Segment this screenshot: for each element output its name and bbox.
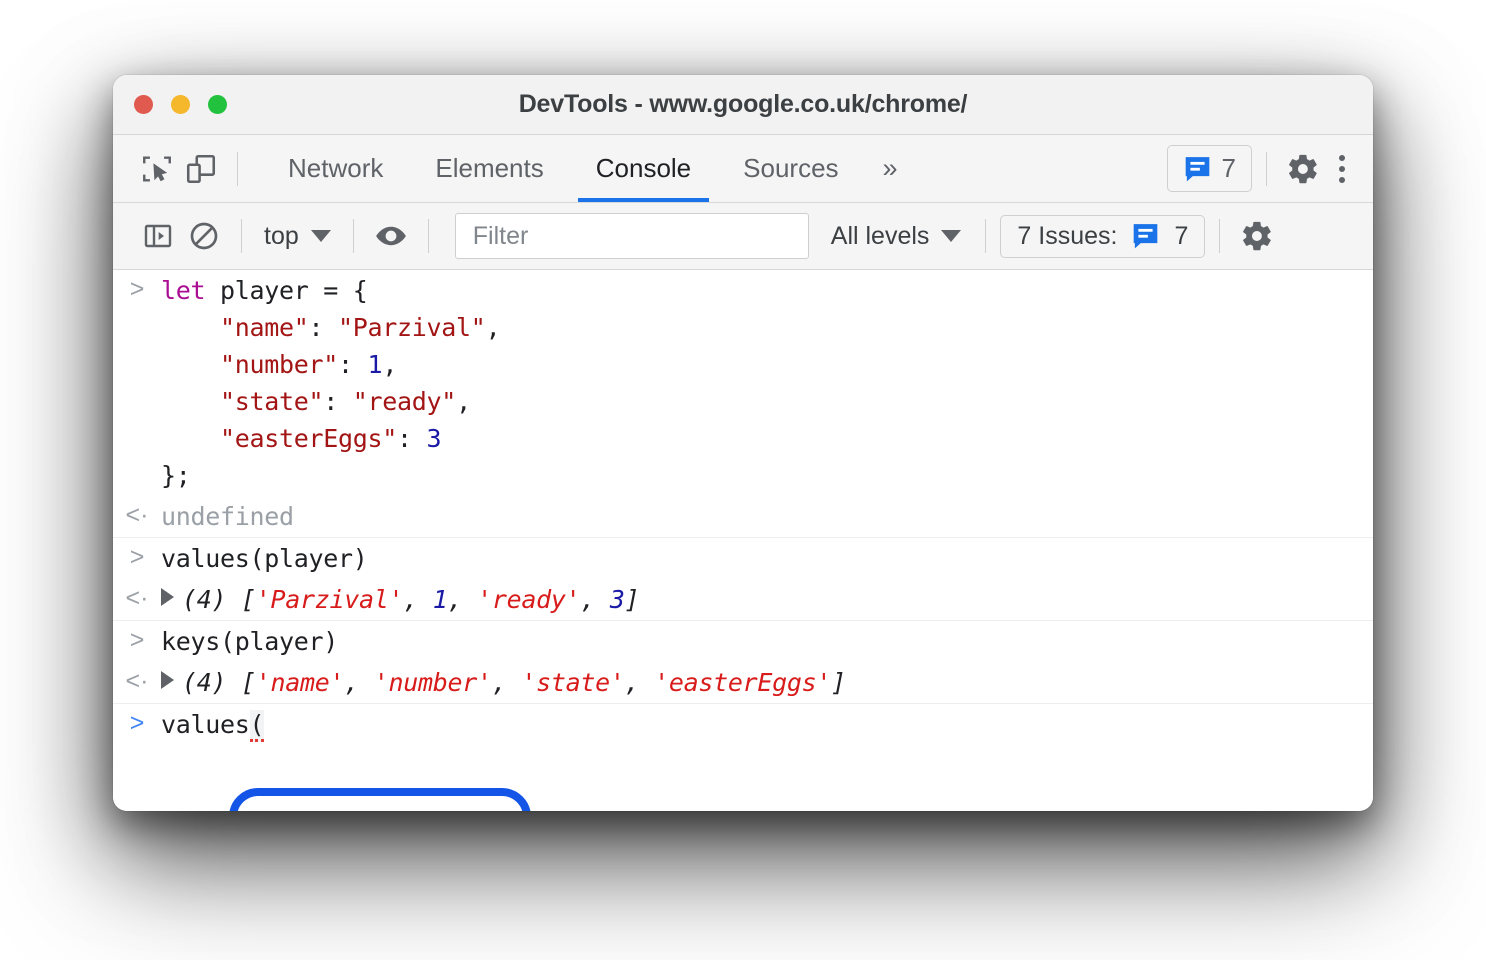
inspect-element-icon[interactable] xyxy=(135,147,179,191)
console-input-entry[interactable]: > let player = { "name": "Parzival", "nu… xyxy=(113,270,1373,496)
console-input-keys-player[interactable]: > keys(player) xyxy=(113,621,1373,662)
console-input-values-player-text: values(player) xyxy=(161,540,368,577)
console-toolbar-divider-2 xyxy=(353,219,354,253)
active-prompt-arrow-icon: > xyxy=(113,706,161,738)
clear-console-icon[interactable] xyxy=(181,214,227,258)
tabbar-divider-2 xyxy=(1266,152,1267,186)
title-bar: DevTools - www.google.co.uk/chrome/ xyxy=(113,75,1373,135)
panel-tab-bar: Network Elements Console Sources » xyxy=(113,135,1373,203)
tabbar-divider xyxy=(237,152,238,186)
console-toolbar-divider-1 xyxy=(241,219,242,253)
log-level-selector[interactable]: All levels xyxy=(821,222,972,251)
log-level-label: All levels xyxy=(831,222,930,251)
issues-bar-count: 7 xyxy=(1174,222,1188,251)
more-tabs-icon[interactable]: » xyxy=(865,153,914,184)
tab-console[interactable]: Console xyxy=(570,135,717,202)
execution-context-selector[interactable]: top xyxy=(256,222,339,251)
tab-elements[interactable]: Elements xyxy=(409,135,569,202)
console-output-undefined: <· undefined xyxy=(113,496,1373,537)
window-title: DevTools - www.google.co.uk/chrome/ xyxy=(113,90,1373,119)
execution-context-label: top xyxy=(264,222,299,251)
console-sidebar-icon[interactable] xyxy=(135,214,181,258)
prompt-arrow-icon: > xyxy=(113,272,161,304)
response-arrow-icon-2: <· xyxy=(113,581,161,613)
console-prompt-row[interactable]: > values( xyxy=(113,704,1373,745)
message-bubble-icon xyxy=(1183,156,1212,182)
kebab-dot-3 xyxy=(1339,177,1345,183)
issues-count: 7 xyxy=(1222,153,1236,184)
gear-icon[interactable] xyxy=(1281,147,1325,191)
expand-triangle-icon-2[interactable] xyxy=(161,671,174,689)
console-input-code: let player = { "name": "Parzival", "numb… xyxy=(161,272,500,494)
console-input-values-player[interactable]: > values(player) xyxy=(113,537,1373,579)
response-arrow-icon: <· xyxy=(113,498,161,530)
console-message-list[interactable]: > let player = { "name": "Parzival", "nu… xyxy=(113,270,1373,811)
tab-sources[interactable]: Sources xyxy=(717,135,864,202)
tab-network[interactable]: Network xyxy=(262,135,409,202)
chevron-down-icon-levels xyxy=(941,230,961,242)
issues-counter-button[interactable]: 7 xyxy=(1167,145,1252,192)
tab-elements-label: Elements xyxy=(435,153,543,184)
console-toolbar-divider-3 xyxy=(428,219,429,253)
tab-network-label: Network xyxy=(288,153,383,184)
console-input-keys-player-text: keys(player) xyxy=(161,623,338,660)
expand-triangle-icon[interactable] xyxy=(161,588,174,606)
kebab-menu-icon[interactable] xyxy=(1325,155,1359,183)
devtools-window: DevTools - www.google.co.uk/chrome/ Netw… xyxy=(113,75,1373,811)
console-result-keys[interactable]: <· (4) ['name', 'number', 'state', 'east… xyxy=(113,662,1373,704)
console-output-text: undefined xyxy=(161,498,294,535)
console-result-values[interactable]: <· (4) ['Parzival', 1, 'ready', 3] xyxy=(113,579,1373,621)
filter-input-wrapper[interactable] xyxy=(455,213,809,259)
console-toolbar-divider-4 xyxy=(985,219,986,253)
prompt-arrow-icon-2: > xyxy=(113,540,161,572)
tab-console-label: Console xyxy=(596,153,691,184)
highlight-annotation-ring xyxy=(229,788,531,811)
syntax-error-paren: ( xyxy=(250,710,265,742)
console-toolbar-divider-5 xyxy=(1219,219,1220,253)
panel-tabs: Network Elements Console Sources xyxy=(262,135,865,202)
response-arrow-icon-3: <· xyxy=(113,664,161,696)
console-prompt-text: values xyxy=(161,710,250,739)
kebab-dot-2 xyxy=(1339,166,1345,172)
filter-input[interactable] xyxy=(471,221,793,252)
live-expression-icon[interactable] xyxy=(368,214,414,258)
console-toolbar: top All levels 7 Issues: xyxy=(113,203,1373,270)
console-prompt-input[interactable]: values( xyxy=(161,706,264,743)
chevron-down-icon xyxy=(311,230,331,242)
kebab-dot-1 xyxy=(1339,155,1345,161)
issues-bar-button[interactable]: 7 Issues: 7 xyxy=(1000,215,1205,258)
console-result-values-text: (4) ['Parzival', 1, 'ready', 3] xyxy=(161,581,639,618)
console-result-keys-text: (4) ['name', 'number', 'state', 'easterE… xyxy=(161,664,846,701)
prompt-arrow-icon-3: > xyxy=(113,623,161,655)
issues-bar-message-icon xyxy=(1131,223,1160,249)
tab-sources-label: Sources xyxy=(743,153,838,184)
issues-bar-label: 7 Issues: xyxy=(1017,222,1117,251)
device-toolbar-icon[interactable] xyxy=(179,147,223,191)
console-settings-gear-icon[interactable] xyxy=(1234,214,1280,258)
